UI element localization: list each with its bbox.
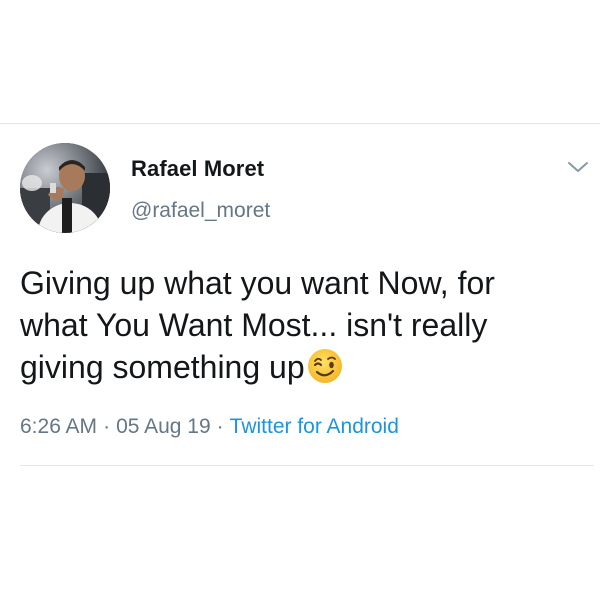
- bottom-divider: [20, 465, 594, 466]
- avatar[interactable]: [20, 143, 110, 233]
- tweet-date[interactable]: 05 Aug 19: [116, 415, 211, 438]
- tweet-time[interactable]: 6:26 AM: [20, 415, 97, 438]
- winking-face-emoji-icon: [306, 347, 344, 385]
- tweet-source-link[interactable]: Twitter for Android: [230, 415, 399, 438]
- tweet-text-line: giving something up: [20, 349, 305, 385]
- meta-separator: ·: [103, 415, 111, 438]
- tweet-text-line: Giving up what you want Now, for: [20, 265, 495, 301]
- author-handle[interactable]: @rafael_moret: [131, 199, 270, 223]
- avatar-photo: [20, 143, 110, 233]
- tweet-text-line: what You Want Most... isn't really: [20, 307, 488, 343]
- tweet-meta: 6:26 AM · 05 Aug 19 · Twitter for Android: [20, 415, 399, 439]
- top-divider: [0, 123, 600, 124]
- tweet-text-line-last: giving something up: [20, 346, 590, 388]
- meta-separator: ·: [216, 415, 224, 438]
- author-display-name[interactable]: Rafael Moret: [131, 156, 264, 182]
- tweet-text: Giving up what you want Now, for what Yo…: [20, 262, 590, 388]
- tweet-screenshot: Rafael Moret @rafael_moret Giving up wha…: [0, 0, 600, 600]
- chevron-down-icon[interactable]: [566, 158, 590, 176]
